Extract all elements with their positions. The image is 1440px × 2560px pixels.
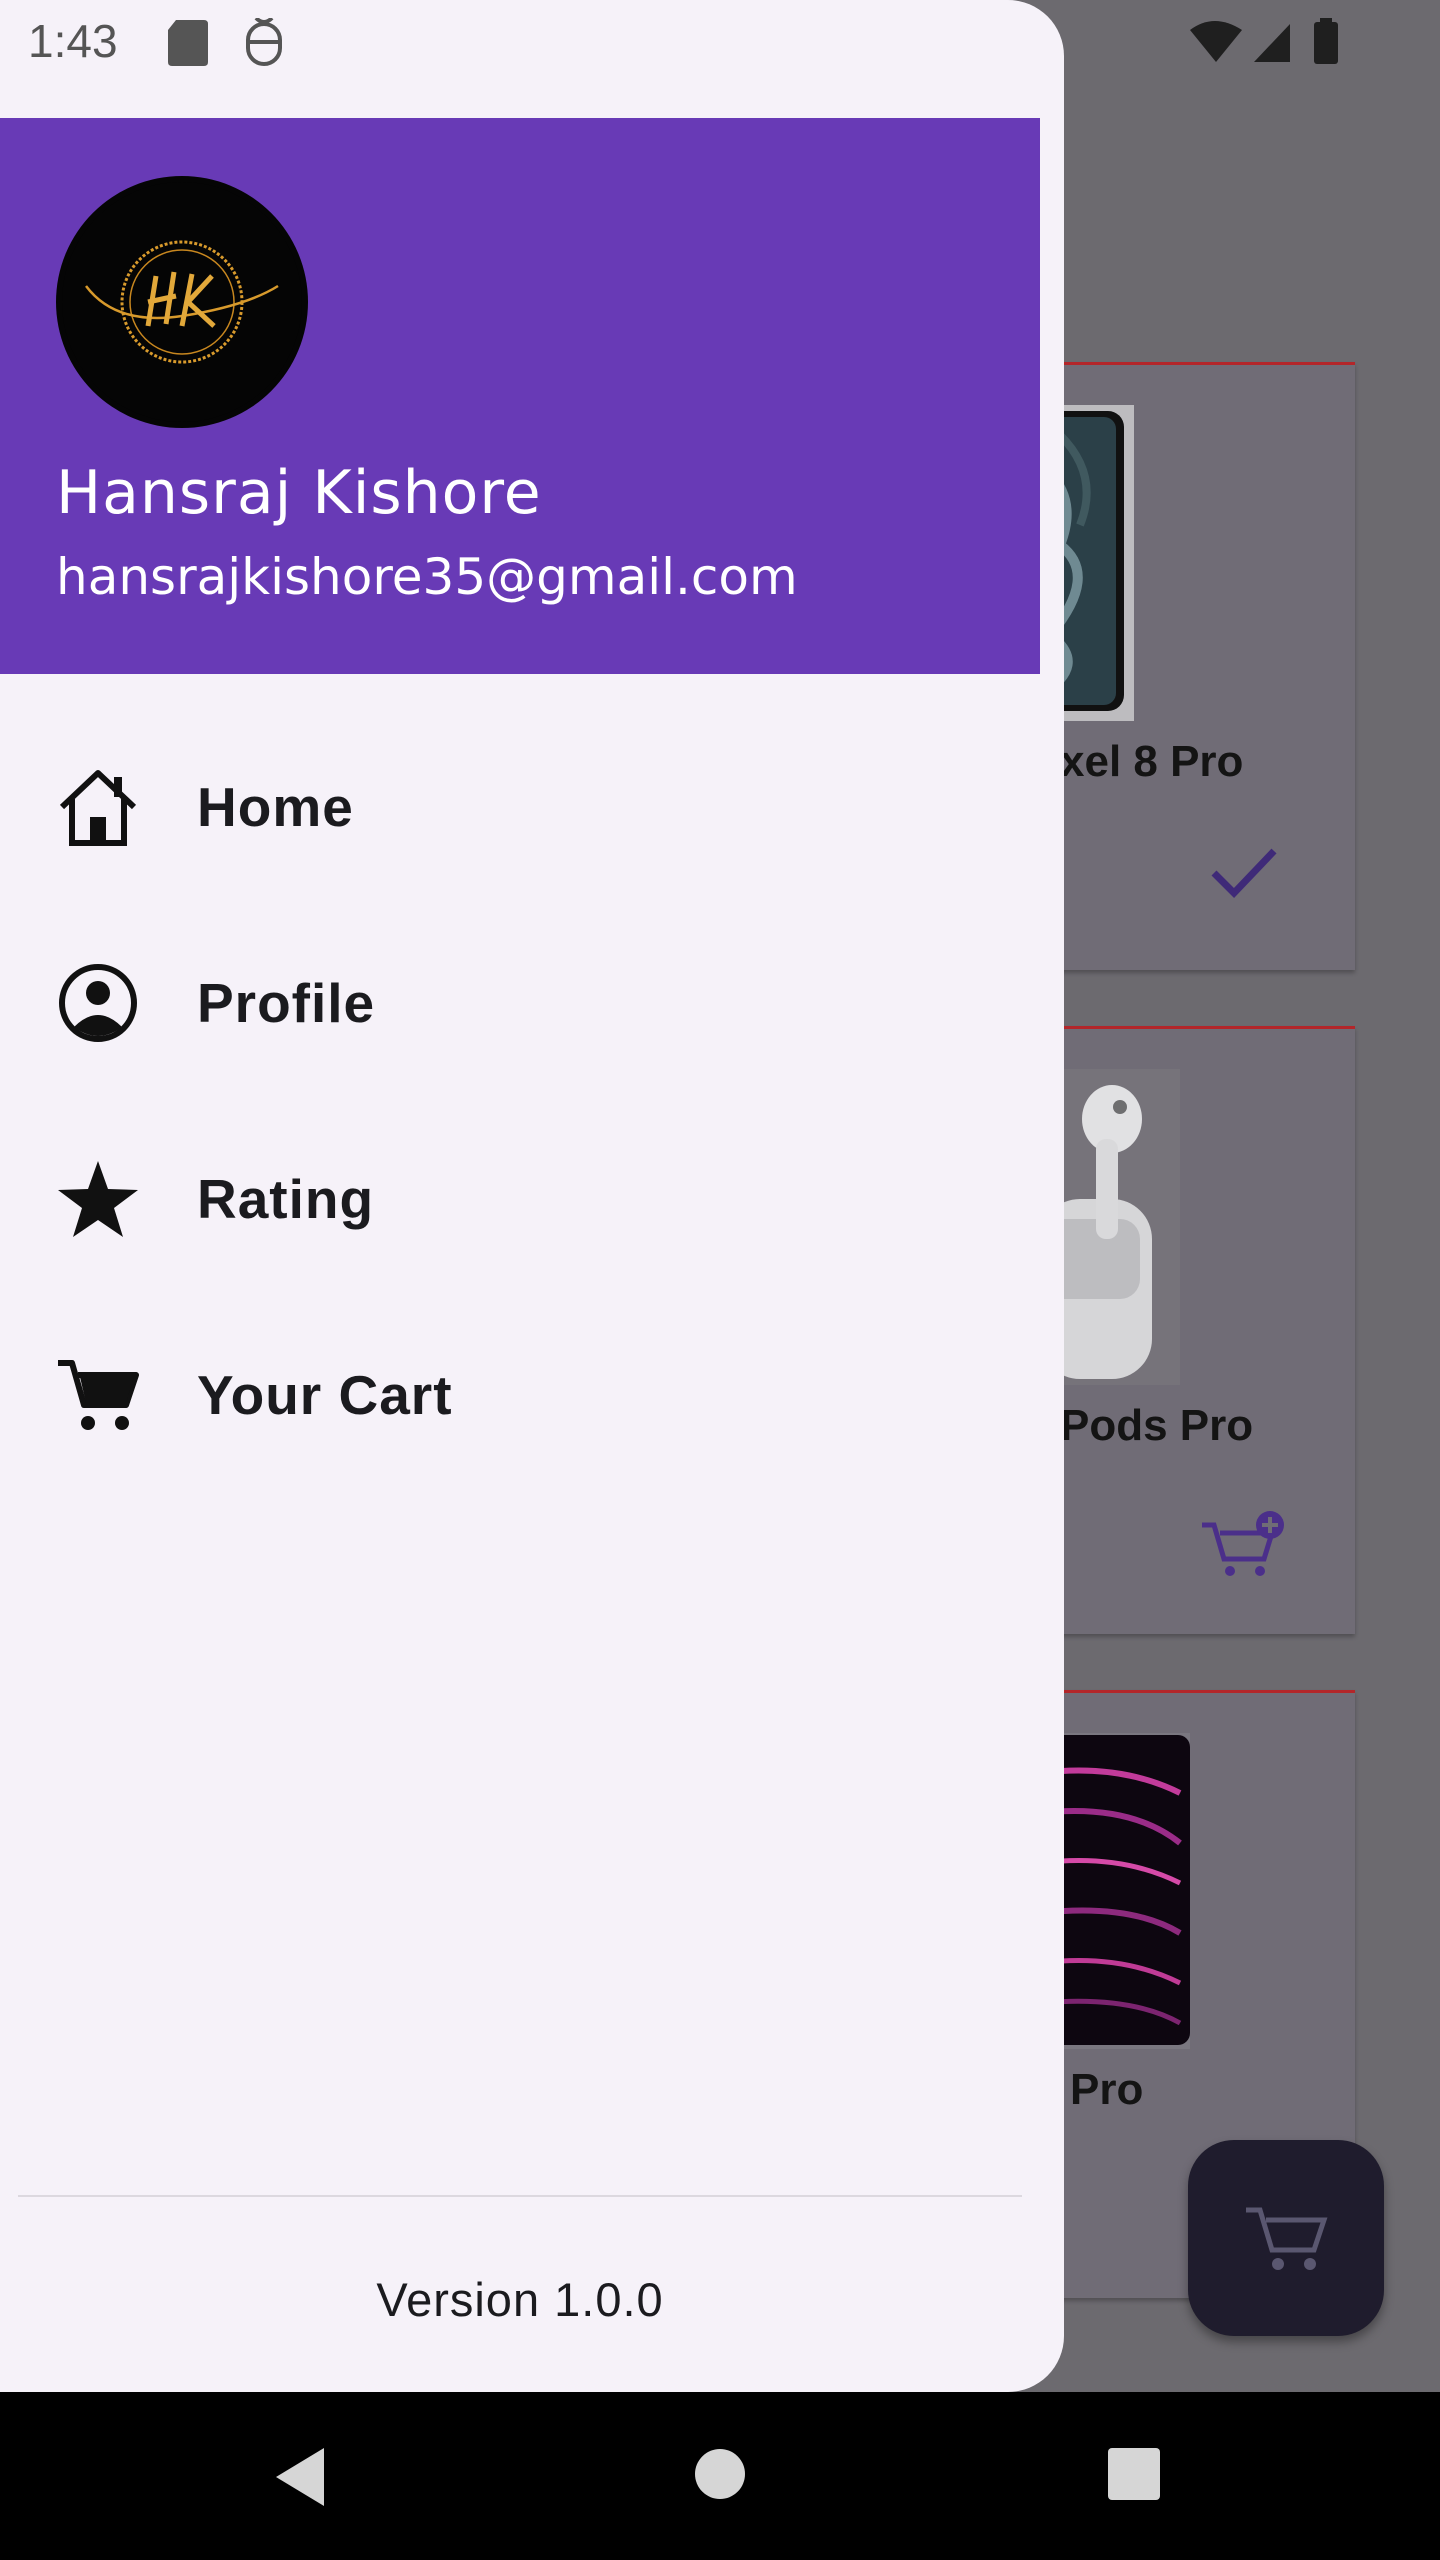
status-time: 1:43 (28, 15, 118, 67)
navigation-drawer: 1:43 Hansraj Kishore hansrajkishore35@gm… (0, 0, 1064, 2392)
divider (18, 2195, 1022, 2197)
drawer-item-profile[interactable]: Profile (0, 905, 1040, 1101)
home-icon (59, 770, 137, 846)
drawer-item-label: Your Cart (197, 1364, 453, 1426)
back-icon[interactable] (272, 2446, 328, 2508)
mouse-icon (246, 18, 282, 66)
cart-icon (1246, 2207, 1328, 2270)
home-nav-icon[interactable] (694, 2448, 746, 2500)
system-nav-bar (0, 2392, 1440, 2560)
cart-fab[interactable] (1188, 2140, 1384, 2336)
cell-signal-icon (1254, 24, 1290, 62)
add-to-cart-icon[interactable] (1198, 1511, 1288, 1581)
drawer-item-rating[interactable]: Rating (0, 1101, 1040, 1297)
hk-logo (62, 182, 302, 422)
recents-icon[interactable] (1108, 2448, 1160, 2500)
cart-icon (58, 1360, 139, 1430)
user-email: hansrajkishore35@gmail.com (56, 548, 798, 606)
drawer-item-home[interactable]: Home (0, 709, 1040, 905)
drawer-item-label: Profile (197, 972, 376, 1034)
product-title: Pods Pro (1060, 1401, 1254, 1450)
drawer-item-cart[interactable]: Your Cart (0, 1297, 1040, 1493)
product-card: xel 8 Pro (1040, 362, 1355, 970)
check-icon[interactable] (1210, 845, 1278, 899)
battery-icon (1314, 22, 1338, 64)
sd-card-icon (168, 20, 208, 66)
drawer-item-label: Rating (197, 1168, 375, 1230)
drawer-header: Hansraj Kishore hansrajkishore35@gmail.c… (0, 118, 1040, 674)
app-version: Version 1.0.0 (376, 2273, 664, 2326)
wifi-icon (1190, 21, 1242, 62)
product-title: Pro (1070, 2065, 1144, 2114)
product-card: Pods Pro (1040, 1026, 1355, 1634)
product-title: xel 8 Pro (1060, 737, 1244, 786)
drawer-item-label: Home (197, 776, 354, 838)
star-icon (58, 1161, 138, 1237)
status-right-icons (1190, 18, 1338, 64)
avatar[interactable] (56, 176, 308, 428)
user-name: Hansraj Kishore (56, 458, 542, 528)
account-circle-icon (59, 964, 137, 1042)
